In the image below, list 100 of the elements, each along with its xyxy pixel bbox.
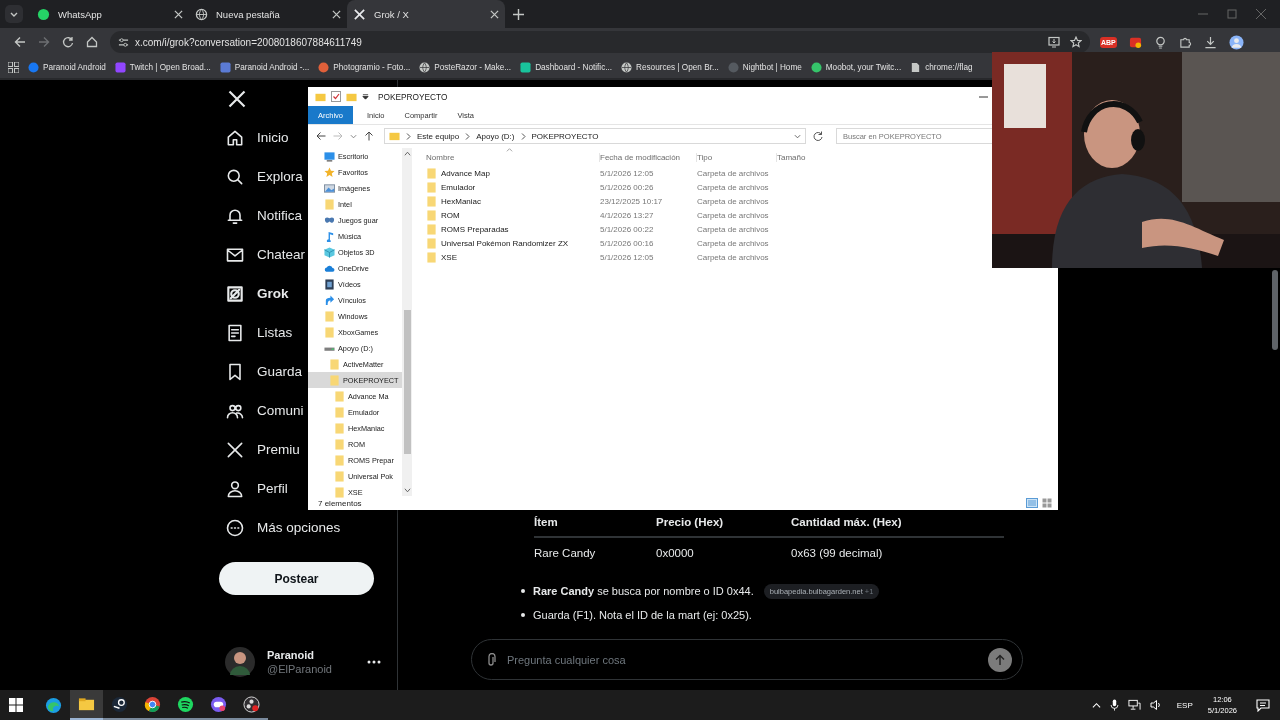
x-logo-icon[interactable] <box>227 89 247 109</box>
folder-icon <box>426 195 437 207</box>
browser-tab[interactable]: WhatsApp <box>31 0 189 28</box>
nav-item[interactable]: Perfil <box>219 469 289 508</box>
paperclip-icon[interactable] <box>485 652 497 667</box>
reload-icon[interactable] <box>62 36 74 48</box>
bookmark[interactable]: Paranoid Android <box>28 61 106 73</box>
nav-item[interactable]: Notifica <box>219 196 303 235</box>
folder-icon <box>334 454 345 466</box>
nav-item[interactable]: Guarda <box>219 352 304 391</box>
folder-icon <box>426 181 437 193</box>
scrollbar[interactable] <box>1272 270 1278 350</box>
bookmark[interactable]: Photogramio - Foto... <box>318 61 411 73</box>
bulb-icon[interactable] <box>1153 35 1167 49</box>
file-row[interactable]: ROMS Preparadas 5/1/2026 00:22 Carpeta de archivos <box>413 222 777 236</box>
address-bar[interactable]: x.com/i/grok?conversation=2008018607884611749 <box>110 31 1090 53</box>
address-field[interactable]: Este equipo Apoyo (D:) POKEPROYECTO <box>384 128 806 144</box>
bookmark[interactable]: Nightbot | Home <box>727 61 802 73</box>
start-icon[interactable] <box>9 698 23 712</box>
nav-item[interactable]: Inicio <box>219 118 290 157</box>
file-row[interactable]: Advance Map 5/1/2026 12:05 Carpeta de archivos <box>413 166 777 180</box>
chat-bubble-icon <box>37 7 50 21</box>
bookmark[interactable]: Moobot, your Twitc... <box>810 61 902 73</box>
folder-icon <box>324 326 335 338</box>
nav-item[interactable]: Listas <box>219 313 294 352</box>
network-icon[interactable] <box>1127 699 1141 711</box>
bullet-text: Guarda (F1). Nota el ID de la mart (ej: 0x25). <box>533 609 752 621</box>
refresh-icon[interactable] <box>813 131 823 141</box>
folder-icon <box>329 358 340 370</box>
taskbar-app[interactable] <box>70 690 103 720</box>
install-icon[interactable] <box>1048 36 1060 48</box>
nav-item[interactable]: Chatear <box>219 235 307 274</box>
notification-icon[interactable] <box>1256 698 1270 712</box>
breadcrumb-item[interactable]: Este equipo <box>417 131 460 141</box>
dropdown-icon[interactable] <box>362 93 369 100</box>
folder-icon <box>334 390 345 402</box>
column-header[interactable]: Tipo <box>697 152 777 162</box>
close-icon[interactable] <box>332 9 341 19</box>
language-indicator[interactable]: ESP <box>1176 700 1193 710</box>
download-icon[interactable] <box>1203 35 1217 49</box>
bookmark[interactable]: Dashboard - Notific... <box>520 61 613 73</box>
home-icon[interactable] <box>86 36 98 48</box>
column-header[interactable]: Tamaño <box>777 152 827 162</box>
speaker-icon[interactable] <box>1149 699 1162 711</box>
column-header[interactable]: Nombre <box>426 152 600 162</box>
nav-item[interactable]: Grok <box>219 274 290 313</box>
apps-grid-icon[interactable] <box>8 61 19 73</box>
up-arrow-icon[interactable] <box>364 131 374 141</box>
bookmark[interactable]: Resources | Open Br... <box>621 61 719 73</box>
caret-icon[interactable] <box>1091 700 1101 710</box>
column-header[interactable]: Fecha de modificación <box>600 152 697 162</box>
site-info-icon[interactable] <box>118 36 129 48</box>
text-input[interactable]: Pregunta cualquier cosa <box>505 652 980 667</box>
folder-icon <box>334 438 345 450</box>
breadcrumb-item[interactable]: Apoyo (D:) <box>476 131 515 141</box>
file-row[interactable]: HexManiac 23/12/2025 10:17 Carpeta de archivos <box>413 194 777 208</box>
nav-item[interactable]: Comuni <box>219 391 305 430</box>
bookmark[interactable]: Twitch | Open Broad... <box>114 61 211 73</box>
browser-tab[interactable]: Nueva pestaña <box>189 0 347 28</box>
send-button[interactable] <box>988 647 1012 672</box>
bookmark[interactable]: Paranoid Android -... <box>219 61 310 73</box>
browser-tab[interactable]: Grok / X <box>347 0 505 28</box>
file-row[interactable]: ROM 4/1/2026 13:27 Carpeta de archivos <box>413 208 777 222</box>
nav-item[interactable]: Explora <box>219 157 304 196</box>
bookmark[interactable]: PosteRazor - Make... <box>419 61 512 73</box>
record-icon[interactable] <box>1128 35 1142 49</box>
file-row[interactable]: Emulador 5/1/2026 00:26 Carpeta de archivos <box>413 180 777 194</box>
folder-icon <box>334 486 345 498</box>
wave-circle-icon <box>45 696 62 714</box>
tab-list-button[interactable] <box>5 5 23 23</box>
link-icon <box>324 294 335 306</box>
tiles-view-icon[interactable] <box>1042 498 1052 508</box>
microphone-icon[interactable] <box>1109 699 1119 711</box>
more-icon[interactable] <box>367 660 381 664</box>
bookmark[interactable]: chrome://flag <box>910 61 973 73</box>
puzzle-icon[interactable] <box>1178 35 1192 49</box>
post-button[interactable]: Postear <box>219 562 374 595</box>
nav-item[interactable]: Más opciones <box>219 508 342 547</box>
close-icon[interactable] <box>490 9 499 19</box>
star-icon[interactable] <box>1070 36 1082 48</box>
folder-icon <box>78 695 95 713</box>
file-row[interactable]: XSE 5/1/2026 12:05 Carpeta de archivos <box>413 250 777 264</box>
chevron-icon <box>465 132 471 140</box>
close-icon[interactable] <box>174 9 183 19</box>
folder-icon <box>426 237 437 249</box>
table-cell: 0x0000 <box>656 537 791 568</box>
back-icon[interactable] <box>316 131 326 141</box>
piston-circle-icon <box>111 695 128 713</box>
avatar[interactable] <box>225 647 255 677</box>
minimize-icon[interactable] <box>979 95 988 98</box>
avatar-icon[interactable] <box>1228 34 1244 50</box>
file-row[interactable]: Universal Pokémon Randomizer ZX 5/1/2026 00:16 Carpeta de archivos <box>413 236 777 250</box>
folder-icon <box>426 251 437 263</box>
bullet-icon <box>521 613 525 617</box>
nav-item[interactable]: Premiu <box>219 430 301 469</box>
music-note-icon <box>324 230 335 242</box>
checklist-icon[interactable] <box>331 91 341 102</box>
plus-icon[interactable] <box>513 8 524 20</box>
breadcrumb-item[interactable]: POKEPROYECTO <box>531 131 599 141</box>
sort-caret-icon <box>506 148 513 152</box>
